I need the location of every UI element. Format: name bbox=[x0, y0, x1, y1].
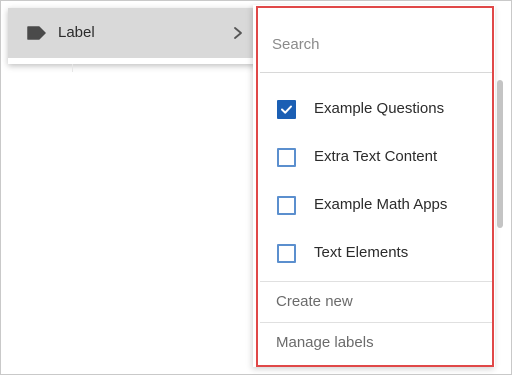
checkbox[interactable] bbox=[277, 244, 296, 263]
create-new-label: Create new bbox=[276, 293, 353, 310]
context-menu-item-label[interactable]: Label bbox=[8, 8, 258, 58]
checkmark-icon bbox=[281, 105, 292, 114]
divider bbox=[72, 64, 73, 72]
label-option-example-questions[interactable]: Example Questions bbox=[260, 86, 493, 134]
label-option-extra-text-content[interactable]: Extra Text Content bbox=[260, 134, 493, 182]
label-option-text: Example Questions bbox=[314, 100, 445, 117]
label-list: Example Questions Extra Text Content Exa… bbox=[260, 74, 493, 282]
tag-icon bbox=[27, 26, 46, 40]
label-option-text: Extra Text Content bbox=[314, 148, 438, 165]
scrollbar-thumb[interactable] bbox=[497, 80, 503, 228]
checkbox[interactable] bbox=[277, 196, 296, 215]
label-option-text-elements[interactable]: Text Elements bbox=[260, 230, 493, 278]
search-box bbox=[260, 16, 493, 73]
label-option-example-math-apps[interactable]: Example Math Apps bbox=[260, 182, 493, 230]
context-menu-item-text: Label bbox=[58, 24, 95, 41]
chevron-right-icon bbox=[234, 27, 242, 39]
create-new-button[interactable]: Create new bbox=[260, 281, 493, 322]
label-option-text: Example Math Apps bbox=[314, 196, 448, 213]
checkbox-checked[interactable] bbox=[277, 100, 296, 119]
manage-labels-button[interactable]: Manage labels bbox=[260, 322, 493, 363]
checkbox[interactable] bbox=[277, 148, 296, 167]
context-menu: Label bbox=[8, 8, 258, 64]
label-option-text: Text Elements bbox=[314, 244, 409, 261]
search-input[interactable] bbox=[272, 30, 472, 58]
manage-labels-label: Manage labels bbox=[276, 334, 374, 351]
